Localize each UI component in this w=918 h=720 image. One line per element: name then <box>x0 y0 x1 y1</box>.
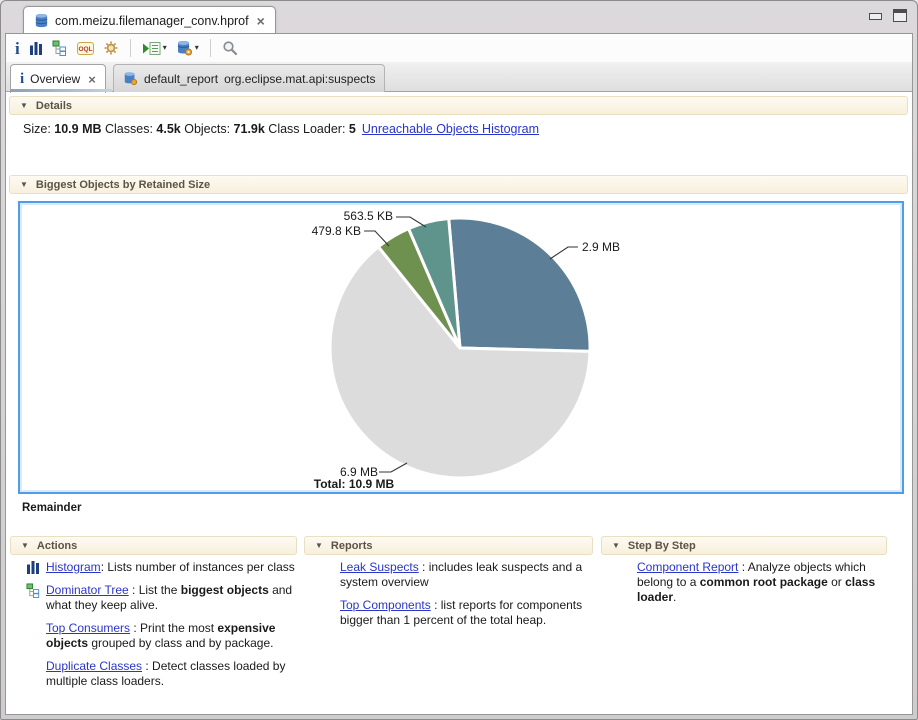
top-consumers-link[interactable]: Top Consumers <box>46 621 130 635</box>
details-header-label: Details <box>36 100 72 112</box>
toolbar-separator <box>210 39 211 57</box>
pie-chart: 563.5 KB 479.8 KB 2.9 MB 6.9 MB Total: 1… <box>22 205 900 490</box>
active-tab-underline <box>10 89 112 92</box>
heap-dump-gear-icon <box>176 40 193 56</box>
toolbar-separator <box>130 39 131 57</box>
pie-total-label: Total: 10.9 MB <box>294 477 414 491</box>
svg-text:OQL: OQL <box>78 46 92 53</box>
actions-section-header: ▼ Actions <box>10 536 297 555</box>
histogram-link[interactable]: Histogram <box>46 560 101 574</box>
actions-header-label: Actions <box>37 540 77 552</box>
action-item-dominator-tree: Dominator Tree : List the biggest object… <box>10 583 298 613</box>
histogram-icon <box>29 41 43 55</box>
search-button[interactable] <box>222 40 238 56</box>
classloader-value: 5 <box>349 122 356 136</box>
collapse-triangle-icon[interactable]: ▼ <box>20 102 28 110</box>
report-icon <box>123 71 138 86</box>
details-summary: Size: 10.9 MB Classes: 4.5k Objects: 71.… <box>23 122 539 136</box>
overview-page: ▼ Details Size: 10.9 MB Classes: 4.5k Ob… <box>6 92 912 714</box>
dominator-tree-icon <box>52 40 68 56</box>
dominator-tree-link[interactable]: Dominator Tree <box>46 583 129 597</box>
remainder-label: Remainder <box>22 502 81 514</box>
step-by-step-section-header: ▼ Step By Step <box>601 536 887 555</box>
unreachable-objects-link[interactable]: Unreachable Objects Histogram <box>362 122 539 136</box>
biggest-objects-header-label: Biggest Objects by Retained Size <box>36 179 210 191</box>
report-item-top-components: Top Components : list reports for compon… <box>304 598 594 628</box>
step-by-step-section: ▼ Step By Step Component Report : Analyz… <box>601 536 888 714</box>
details-section-header: ▼ Details <box>9 96 908 115</box>
search-icon <box>222 40 238 56</box>
action-item-top-consumers: Top Consumers : Print the most expensive… <box>10 621 298 651</box>
editor-tab-strip: com.meizu.filemanager_conv.hprof × <box>5 3 913 33</box>
view-tab-strip: i Overview × default_report org.eclipse.… <box>6 62 912 92</box>
tab-report-name: default_report <box>144 72 218 86</box>
collapse-triangle-icon[interactable]: ▼ <box>612 542 620 550</box>
minimize-button[interactable] <box>869 13 882 20</box>
step-by-step-header-label: Step By Step <box>628 540 696 552</box>
reports-section-header: ▼ Reports <box>304 536 593 555</box>
tab-report-detail: org.eclipse.mat.api:suspects <box>224 72 375 86</box>
reports-header-label: Reports <box>331 540 373 552</box>
biggest-objects-section-header: ▼ Biggest Objects by Retained Size <box>9 175 908 194</box>
action-item-histogram: Histogram: Lists number of instances per… <box>10 560 298 575</box>
run-expert-test-button[interactable]: ▾ <box>142 41 167 56</box>
chevron-down-icon: ▾ <box>195 44 199 52</box>
pie-chart-svg <box>22 205 902 494</box>
histogram-button[interactable] <box>29 41 43 55</box>
chevron-down-icon: ▾ <box>163 44 167 52</box>
pie-slice-biggest-object[interactable] <box>449 218 590 351</box>
gear-icon <box>103 40 119 56</box>
close-icon[interactable]: × <box>88 73 96 86</box>
dominator-tree-icon <box>26 583 42 599</box>
actions-section: ▼ Actions Histogram: Lists number of ins… <box>10 536 298 714</box>
oql-icon: OQL <box>77 41 94 56</box>
acquire-heap-dump-button[interactable]: ▾ <box>176 40 199 56</box>
toolbar: i OQL <box>6 34 912 62</box>
pie-label-2.9mb: 2.9 MB <box>582 240 620 254</box>
info-icon: i <box>15 40 20 57</box>
collapse-triangle-icon[interactable]: ▼ <box>20 181 28 189</box>
tab-overview-label: Overview <box>30 72 80 86</box>
action-item-duplicate-classes: Duplicate Classes : Detect classes loade… <box>10 659 298 689</box>
editor-area: i OQL <box>5 33 913 715</box>
collapse-triangle-icon[interactable]: ▼ <box>315 542 323 550</box>
editor-tab-hprof[interactable]: com.meizu.filemanager_conv.hprof × <box>23 6 276 34</box>
classes-value: 4.5k <box>156 122 180 136</box>
app-window: com.meizu.filemanager_conv.hprof × i <box>0 0 918 720</box>
duplicate-classes-link[interactable]: Duplicate Classes <box>46 659 142 673</box>
pie-label-563kb: 563.5 KB <box>303 209 393 223</box>
histogram-icon <box>26 560 42 576</box>
pie-chart-panel: 563.5 KB 479.8 KB 2.9 MB 6.9 MB Total: 1… <box>18 201 904 494</box>
editor-tab-title: com.meizu.filemanager_conv.hprof <box>55 14 249 28</box>
size-value: 10.9 MB <box>54 122 101 136</box>
dominator-tree-button[interactable] <box>52 40 68 56</box>
objects-value: 71.9k <box>234 122 265 136</box>
settings-button[interactable] <box>103 40 119 56</box>
step-item-component-report: Component Report : Analyze objects which… <box>601 560 888 605</box>
component-report-link[interactable]: Component Report <box>637 560 738 574</box>
heap-dump-icon <box>34 13 49 28</box>
report-item-leak-suspects: Leak Suspects : includes leak suspects a… <box>304 560 594 590</box>
reports-section: ▼ Reports Leak Suspects : includes leak … <box>304 536 594 714</box>
oql-button[interactable]: OQL <box>77 41 94 56</box>
info-button[interactable]: i <box>15 40 20 57</box>
pie-label-479kb: 479.8 KB <box>271 224 361 238</box>
run-report-icon <box>142 41 161 56</box>
leak-suspects-link[interactable]: Leak Suspects <box>340 560 419 574</box>
pie-slices <box>330 218 590 478</box>
close-icon[interactable]: × <box>257 14 265 28</box>
tab-default-report[interactable]: default_report org.eclipse.mat.api:suspe… <box>113 64 385 92</box>
top-components-link[interactable]: Top Components <box>340 598 431 612</box>
info-icon: i <box>20 72 24 87</box>
maximize-button[interactable] <box>893 9 907 22</box>
collapse-triangle-icon[interactable]: ▼ <box>21 542 29 550</box>
